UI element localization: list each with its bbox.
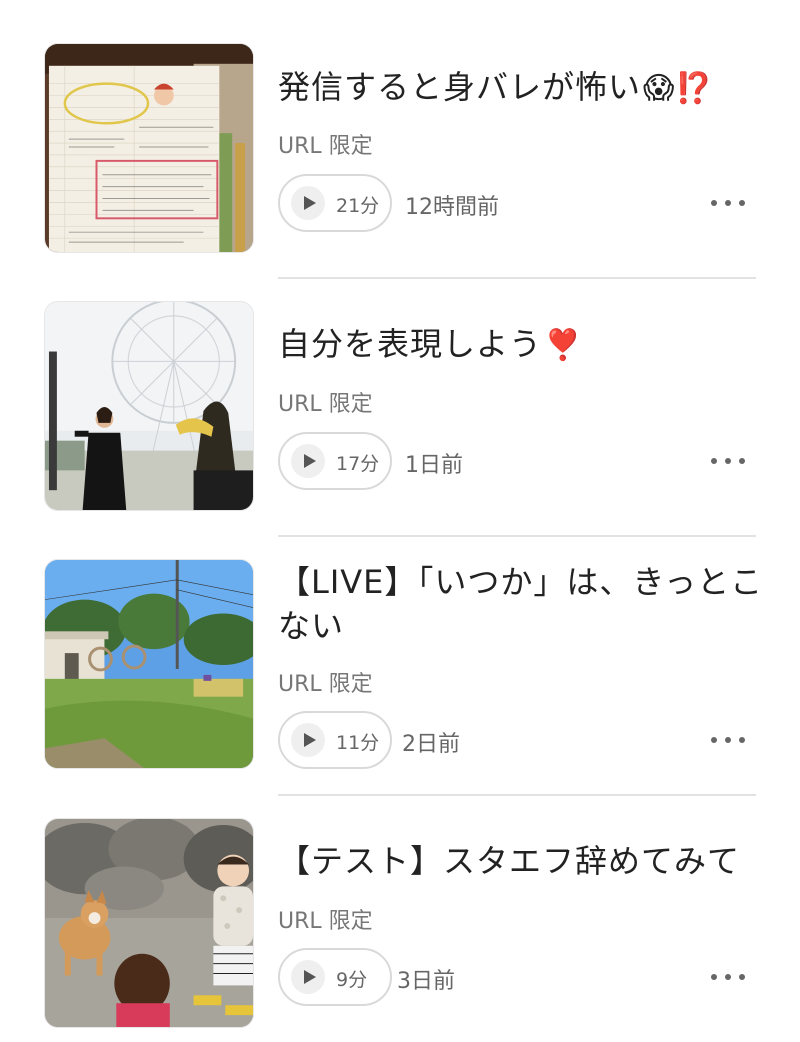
more-icon[interactable] bbox=[706, 728, 750, 752]
episode-thumbnail[interactable] bbox=[44, 43, 254, 253]
duration-label: 17分 bbox=[336, 453, 380, 475]
divider bbox=[278, 535, 756, 537]
time-ago-label: 12時間前 bbox=[405, 195, 499, 220]
title-emoji: ❣️ bbox=[544, 328, 583, 363]
play-icon bbox=[291, 723, 325, 757]
episode-title[interactable]: 自分を表現しよう❣️ bbox=[278, 322, 768, 368]
play-icon bbox=[291, 960, 325, 994]
play-icon bbox=[291, 186, 325, 220]
visibility-label: URL 限定 bbox=[278, 134, 373, 159]
episode-thumbnail[interactable] bbox=[44, 818, 254, 1028]
more-icon[interactable] bbox=[706, 191, 750, 215]
episode-feed: 発信すると身バレが怖い😱⁉️ URL 限定 21分 12時間前 自分を表現しよう… bbox=[0, 0, 800, 1042]
episode-title-text: 自分を表現しよう bbox=[278, 325, 543, 363]
time-ago-label: 3日前 bbox=[397, 969, 455, 994]
visibility-label: URL 限定 bbox=[278, 392, 373, 417]
episode-title[interactable]: 【LIVE】「いつか」は、きっとこない bbox=[278, 560, 768, 648]
divider bbox=[278, 794, 756, 796]
dog-children-image bbox=[45, 819, 253, 1027]
play-button[interactable]: 21分 bbox=[278, 174, 392, 232]
ferris-wheel-woman-image bbox=[45, 302, 253, 510]
episode-title[interactable]: 発信すると身バレが怖い😱⁉️ bbox=[278, 65, 768, 111]
more-icon[interactable] bbox=[706, 449, 750, 473]
journal-notebook-image bbox=[45, 44, 253, 252]
title-emoji: 😱⁉️ bbox=[643, 71, 714, 106]
play-button[interactable]: 17分 bbox=[278, 432, 392, 490]
duration-label: 9分 bbox=[336, 969, 368, 991]
episode-title[interactable]: 【テスト】スタエフ辞めてみて bbox=[278, 839, 768, 883]
play-icon bbox=[291, 444, 325, 478]
episode-thumbnail[interactable] bbox=[44, 301, 254, 511]
episode-title-text: 【テスト】スタエフ辞めてみて bbox=[278, 842, 741, 880]
visibility-label: URL 限定 bbox=[278, 909, 373, 934]
time-ago-label: 1日前 bbox=[405, 453, 463, 478]
play-button[interactable]: 11分 bbox=[278, 711, 392, 769]
visibility-label: URL 限定 bbox=[278, 672, 373, 697]
park-playground-image bbox=[45, 560, 253, 768]
play-button[interactable]: 9分 bbox=[278, 948, 392, 1006]
episode-title-text: 発信すると身バレが怖い bbox=[278, 68, 642, 106]
more-icon[interactable] bbox=[706, 965, 750, 989]
time-ago-label: 2日前 bbox=[402, 732, 460, 757]
duration-label: 11分 bbox=[336, 732, 380, 754]
divider bbox=[278, 277, 756, 279]
duration-label: 21分 bbox=[336, 195, 380, 217]
episode-thumbnail[interactable] bbox=[44, 559, 254, 769]
episode-title-text: 【LIVE】「いつか」は、きっとこない bbox=[278, 563, 764, 645]
